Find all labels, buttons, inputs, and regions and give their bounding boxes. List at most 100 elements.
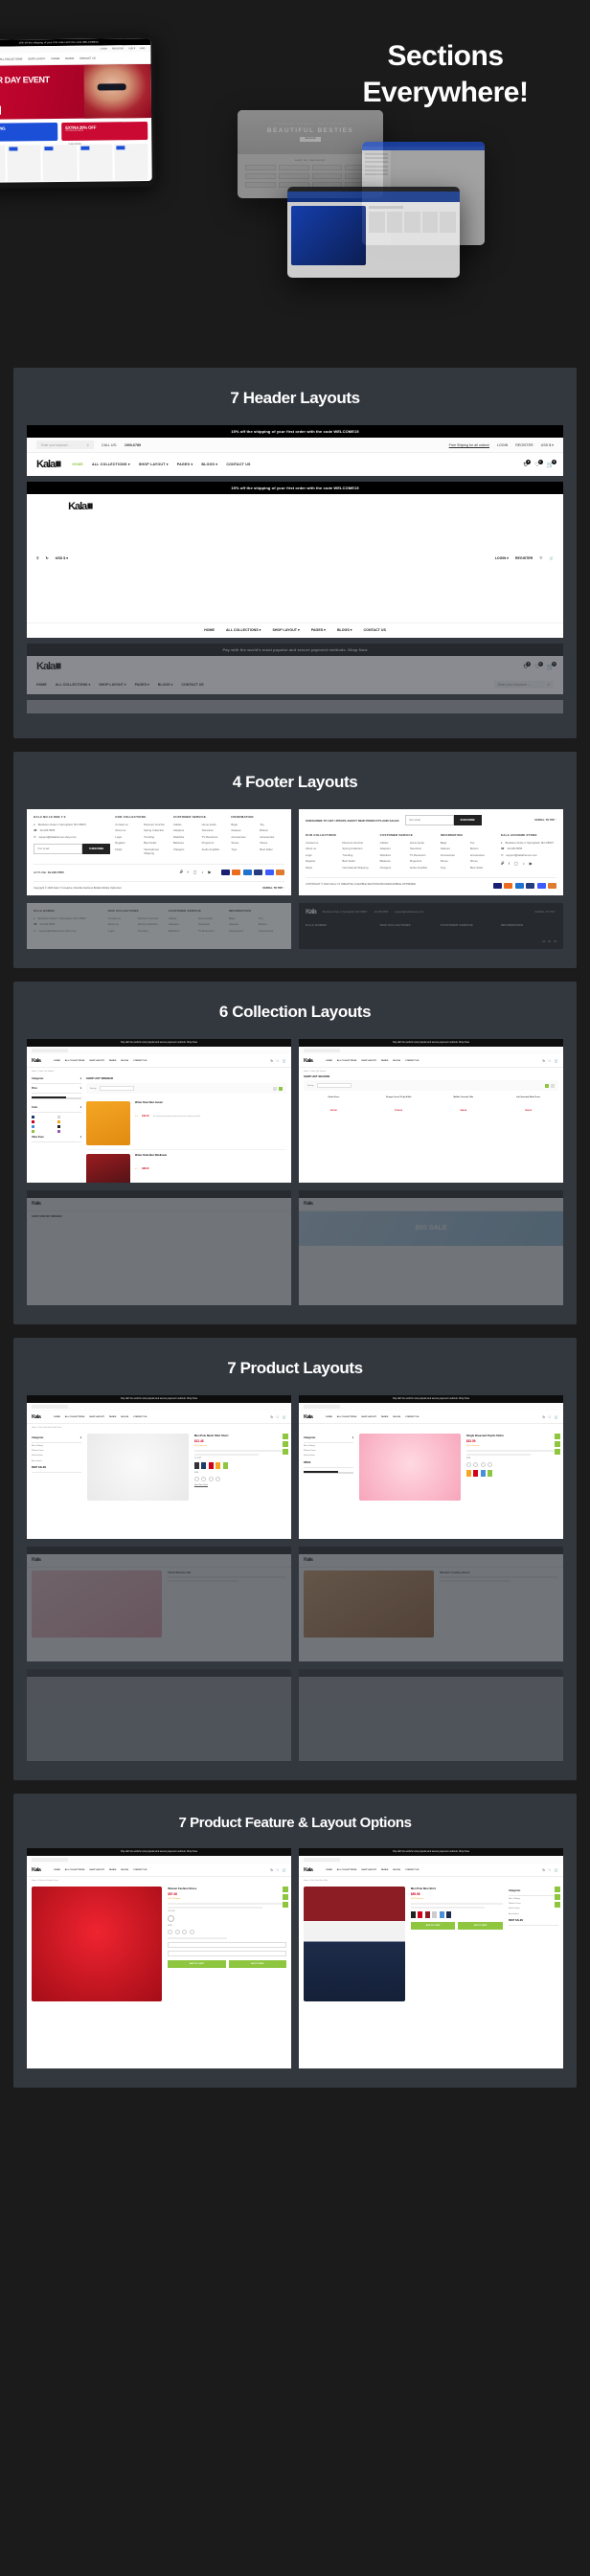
- cart-icon[interactable]: 🛒: [283, 1868, 286, 1872]
- add-to-cart-button[interactable]: ADD TO CART: [410, 1922, 456, 1931]
- color-option[interactable]: [168, 1915, 175, 1923]
- twitter-icon[interactable]: 𝒫: [180, 870, 183, 874]
- footer-link[interactable]: Batteries: [173, 841, 198, 845]
- free-shipping-link[interactable]: Free Shiping for all orders!: [266, 665, 306, 668]
- footer-link[interactable]: Shoes: [441, 859, 466, 863]
- buy-now-button[interactable]: BUY IT NOW: [458, 1922, 503, 1931]
- footer-link[interactable]: Audio Amplifier: [410, 866, 436, 870]
- search-input[interactable]: Enter your keyword ... ⚲: [36, 441, 94, 449]
- bridal-shop-button[interactable]: SHOP NOW: [300, 136, 321, 142]
- footer-link[interactable]: Contact us: [306, 841, 338, 845]
- newsletter-email-input[interactable]: [404, 815, 454, 825]
- menu-item-all-collections[interactable]: ALL COLLECTIONS: [337, 1416, 357, 1418]
- menu-item-home[interactable]: HOME: [326, 1416, 332, 1418]
- tablet-menu-pages[interactable]: PAGES: [52, 56, 60, 59]
- menu-item-home[interactable]: HOME: [54, 1416, 60, 1418]
- product-gallery[interactable]: [304, 1887, 405, 2002]
- footer-link[interactable]: Bags: [229, 916, 255, 920]
- footer-link[interactable]: Spring Collection: [138, 922, 164, 926]
- footer-link[interactable]: International Shipping: [342, 866, 374, 870]
- footer-link[interactable]: TV Receivers: [410, 853, 436, 857]
- product-card[interactable]: [42, 144, 78, 182]
- footer-link[interactable]: Register: [115, 841, 140, 845]
- color-option[interactable]: [201, 1462, 207, 1470]
- color-option[interactable]: [410, 1911, 416, 1919]
- size-option[interactable]: [465, 1462, 471, 1468]
- menu-item-shop-layout[interactable]: SHOP LAYOUT: [89, 1869, 104, 1871]
- menu-item-shop-layout[interactable]: SHOP LAYOUT ▾: [139, 463, 169, 466]
- menu-item-all-collections[interactable]: ALL COLLECTIONS ▾: [226, 628, 261, 632]
- product-row[interactable]: Winter Down Men Casual 4.8 $12.10 Best q…: [86, 1097, 286, 1151]
- category-tile[interactable]: [278, 173, 309, 179]
- tablet-hero-button[interactable]: SHOP NOW: [0, 105, 2, 115]
- footer-link[interactable]: Television: [198, 922, 224, 926]
- footer-link[interactable]: About us: [108, 922, 134, 926]
- product-gallery[interactable]: [32, 1887, 163, 2002]
- wishlist-icon[interactable]: ♡: [539, 556, 542, 560]
- scroll-to-top-button[interactable]: SCROLL TO TOP ↑: [262, 887, 284, 890]
- footer-link[interactable]: Shoes: [470, 859, 496, 863]
- product-gallery[interactable]: [304, 1570, 435, 1638]
- menu-item-all-collections[interactable]: ALL COLLECTIONS: [337, 1060, 357, 1062]
- footer-link[interactable]: Cables: [380, 841, 406, 845]
- tablet-register[interactable]: REGISTER: [112, 47, 124, 50]
- footer-link[interactable]: Trending: [144, 835, 169, 839]
- tablet-language[interactable]: ENG: [140, 47, 145, 50]
- footer-phone[interactable]: 19-225-5555: [39, 828, 55, 832]
- footer-link[interactable]: Cables: [169, 916, 194, 920]
- filter-price-header[interactable]: Price ▾: [32, 1084, 81, 1095]
- footer-link[interactable]: Accessories: [441, 853, 466, 857]
- footer-link[interactable]: Bags: [231, 823, 256, 826]
- twitter-icon[interactable]: 𝒫: [501, 861, 504, 866]
- footer-link[interactable]: Glasses: [231, 828, 256, 832]
- footer-link[interactable]: Top: [470, 841, 496, 845]
- color-swatch[interactable]: [32, 1116, 56, 1119]
- search-icon[interactable]: ⚲: [87, 443, 89, 447]
- product-name[interactable]: Urban Dress: [304, 1096, 364, 1098]
- menu-item-home[interactable]: HOME: [54, 1060, 60, 1062]
- variant-select[interactable]: [168, 1942, 286, 1949]
- product-name[interactable]: Loft Smocked Waist Dress: [498, 1096, 558, 1098]
- footer-link[interactable]: Cables: [173, 823, 198, 826]
- cart-icon[interactable]: 🛒: [555, 1868, 558, 1872]
- add-to-cart-button[interactable]: ADD TO CART: [168, 1960, 226, 1969]
- search-input[interactable]: [32, 1404, 68, 1410]
- search-input[interactable]: [304, 1857, 340, 1863]
- call-us-number[interactable]: 1900-6789: [125, 443, 141, 447]
- tablet-menu-blogs[interactable]: BLOGS: [65, 56, 74, 59]
- footer-link[interactable]: Television: [410, 847, 436, 850]
- menu-item-pages[interactable]: PAGES: [381, 1060, 389, 1062]
- footer-link[interactable]: Trending: [138, 929, 164, 933]
- site-logo[interactable]: Kala: [32, 1557, 41, 1563]
- footer-link[interactable]: Accessories: [231, 835, 256, 839]
- color-option[interactable]: [193, 1462, 199, 1470]
- site-logo[interactable]: Kala: [32, 1058, 41, 1064]
- site-logo[interactable]: Kala: [32, 1414, 41, 1420]
- compare-icon[interactable]: ↻: [542, 1868, 545, 1872]
- tablet-menu-contact[interactable]: CONTACT US: [79, 56, 96, 59]
- footer-link[interactable]: Spring Collection: [342, 847, 374, 850]
- filter-other-header[interactable]: Other Even ▾: [32, 1133, 81, 1143]
- color-swatch[interactable]: [57, 1125, 81, 1129]
- cart-icon[interactable]: 🛒 0: [547, 459, 556, 468]
- footer-link[interactable]: Diskdrive: [173, 835, 198, 839]
- footer-link[interactable]: Register: [306, 859, 338, 863]
- color-option[interactable]: [480, 1470, 486, 1478]
- compare-icon[interactable]: ↻ 0: [523, 661, 532, 670]
- search-icon[interactable]: ⚲: [548, 683, 550, 687]
- menu-item-blogs[interactable]: BLOGS ▾: [337, 628, 352, 632]
- site-logo[interactable]: Kala: [304, 1201, 313, 1207]
- cart-icon[interactable]: 🛒: [555, 1059, 558, 1063]
- filter-color-header[interactable]: Color ▾: [32, 1103, 81, 1114]
- category-tile[interactable]: [245, 182, 276, 188]
- menu-item-home[interactable]: HOME: [72, 463, 83, 466]
- color-option[interactable]: [446, 1911, 452, 1919]
- login-link[interactable]: LOGIN: [497, 443, 508, 447]
- color-swatch[interactable]: [57, 1130, 81, 1134]
- product-reviews[interactable]: (15) 2 Reviews: [194, 1445, 286, 1447]
- menu-item-contact-us[interactable]: CONTACT US: [405, 1416, 419, 1418]
- footer-link[interactable]: Best Seller: [470, 866, 496, 870]
- share-icon[interactable]: [283, 1901, 288, 1908]
- site-logo[interactable]: Kala: [304, 1867, 313, 1873]
- newsletter-email-input[interactable]: [34, 843, 82, 854]
